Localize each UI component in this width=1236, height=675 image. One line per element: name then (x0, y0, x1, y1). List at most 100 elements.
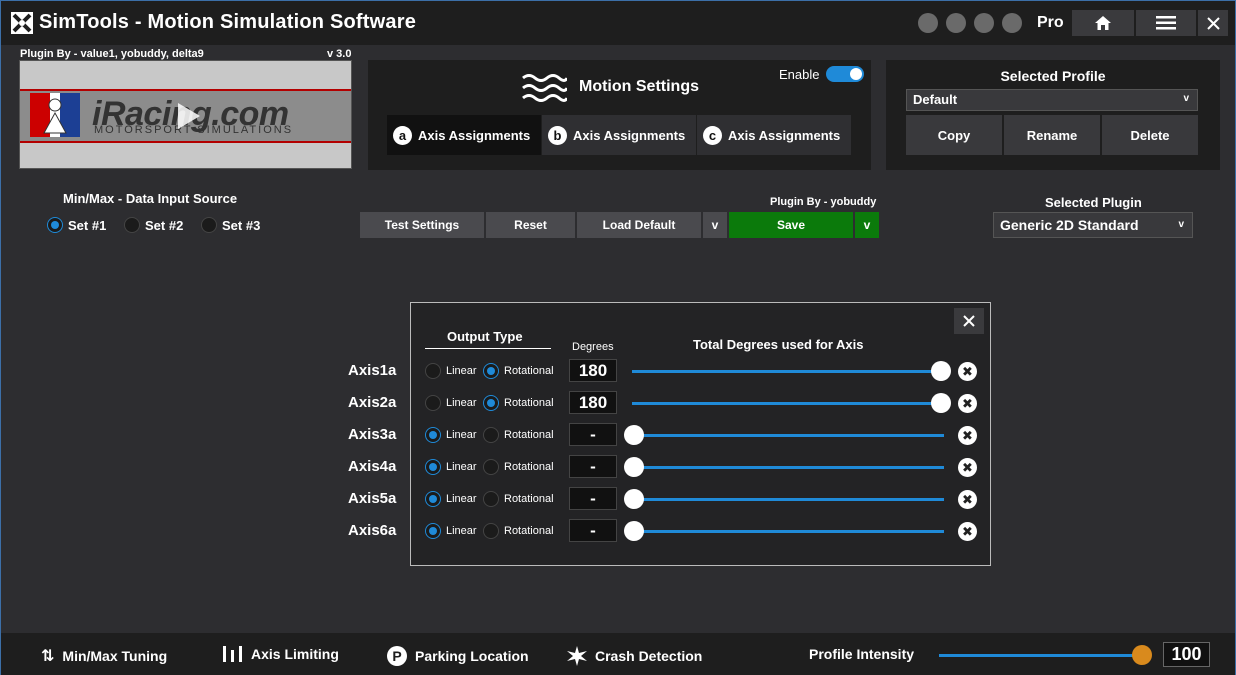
degrees-input[interactable]: - (569, 519, 617, 542)
tab-axis-assignments-b[interactable]: b Axis Assignments (542, 115, 696, 155)
axis-label: Axis5a (348, 490, 397, 507)
save-dropdown[interactable]: v (855, 212, 879, 238)
home-button[interactable] (1072, 10, 1134, 36)
rename-button[interactable]: Rename (1004, 115, 1100, 155)
radio-button[interactable] (483, 427, 499, 443)
radio-button[interactable] (425, 395, 441, 411)
radio-button[interactable] (483, 395, 499, 411)
crash-icon[interactable] (946, 13, 966, 33)
radio-button[interactable] (425, 459, 441, 475)
linear-option[interactable]: Linear (425, 491, 477, 507)
tab-axis-assignments-c[interactable]: c Axis Assignments (697, 115, 851, 155)
degrees-slider-thumb[interactable] (624, 489, 644, 509)
degrees-slider-thumb[interactable] (624, 521, 644, 541)
radio-button[interactable] (201, 217, 217, 233)
radio-button[interactable] (425, 523, 441, 539)
linear-option[interactable]: Linear (425, 395, 477, 411)
badge-b-icon: b (548, 125, 567, 145)
clear-axis-icon[interactable]: ✖ (958, 426, 977, 445)
radio-button[interactable] (483, 523, 499, 539)
degrees-input[interactable]: - (569, 423, 617, 446)
profile-select[interactable]: Default v (906, 89, 1198, 111)
linear-option[interactable]: Linear (425, 523, 477, 539)
degrees-slider-thumb[interactable] (931, 361, 951, 381)
plugin-select[interactable]: Generic 2D Standard v (993, 212, 1193, 238)
degrees-slider[interactable] (632, 466, 944, 469)
edition-label: Pro (1037, 14, 1064, 31)
enable-toggle[interactable] (826, 66, 864, 82)
clear-axis-icon[interactable]: ✖ (958, 394, 977, 413)
degrees-input[interactable]: 180 (569, 359, 617, 382)
title-bar: SimTools - Motion Simulation Software Pr… (1, 1, 1235, 45)
profile-intensity-slider[interactable] (939, 654, 1143, 657)
profile-intensity-value[interactable]: 100 (1163, 642, 1210, 667)
linear-label: Linear (446, 429, 477, 441)
radio-button[interactable] (47, 217, 63, 233)
menu-button[interactable] (1136, 10, 1196, 36)
delete-button[interactable]: Delete (1102, 115, 1198, 155)
degrees-slider[interactable] (632, 370, 944, 373)
linear-option[interactable]: Linear (425, 363, 477, 379)
rotational-label: Rotational (504, 525, 554, 537)
rotational-option[interactable]: Rotational (483, 395, 554, 411)
tab-axis-assignments-a[interactable]: a Axis Assignments (387, 115, 541, 155)
minmax-tuning-button[interactable]: ⇅ Min/Max Tuning (41, 646, 167, 666)
rotational-option[interactable]: Rotational (483, 363, 554, 379)
radio-button[interactable] (483, 459, 499, 475)
degrees-input[interactable]: 180 (569, 391, 617, 414)
profile-intensity-thumb[interactable] (1132, 645, 1152, 665)
radio-button[interactable] (425, 427, 441, 443)
rotational-option[interactable]: Rotational (483, 427, 554, 443)
linear-option[interactable]: Linear (425, 427, 477, 443)
clear-axis-icon[interactable]: ✖ (958, 362, 977, 381)
test-settings-button[interactable]: Test Settings (360, 212, 484, 238)
app-window: SimTools - Motion Simulation Software Pr… (0, 0, 1236, 675)
game-banner[interactable]: iRacing.com MOTORSPORT SIMULATIONS (19, 60, 352, 169)
plugin-select-value: Generic 2D Standard (1000, 217, 1139, 233)
plugin-credit: Plugin By - value1, yobuddy, delta9 (20, 48, 204, 60)
parking-location-button[interactable]: P Parking Location (387, 646, 529, 666)
upload-icon[interactable] (918, 13, 938, 33)
minmax-source-title: Min/Max - Data Input Source (63, 191, 238, 206)
radio-button[interactable] (425, 491, 441, 507)
rotational-option[interactable]: Rotational (483, 491, 554, 507)
set-2-option[interactable]: Set #2 (124, 217, 183, 233)
radio-button[interactable] (483, 363, 499, 379)
close-button[interactable] (1198, 10, 1228, 36)
linear-option[interactable]: Linear (425, 459, 477, 475)
edit-icon[interactable] (974, 13, 994, 33)
reset-button[interactable]: Reset (486, 212, 575, 238)
clear-axis-icon[interactable]: ✖ (958, 458, 977, 477)
degrees-slider[interactable] (632, 434, 944, 437)
save-button[interactable]: Save (729, 212, 853, 238)
axis-limiting-button[interactable]: Axis Limiting (223, 646, 339, 662)
set-label: Set #1 (68, 217, 107, 233)
clear-axis-icon[interactable]: ✖ (958, 490, 977, 509)
degrees-slider-thumb[interactable] (931, 393, 951, 413)
selected-plugin-title: Selected Plugin (1045, 195, 1142, 210)
degrees-heading: Degrees (572, 341, 614, 353)
degrees-input[interactable]: - (569, 455, 617, 478)
set-1-option[interactable]: Set #1 (47, 217, 106, 233)
rotational-option[interactable]: Rotational (483, 523, 554, 539)
radio-button[interactable] (483, 491, 499, 507)
radio-button[interactable] (425, 363, 441, 379)
degrees-slider[interactable] (632, 498, 944, 501)
degrees-slider-thumb[interactable] (624, 457, 644, 477)
set-3-option[interactable]: Set #3 (201, 217, 260, 233)
dialog-close-button[interactable] (954, 308, 984, 334)
degrees-slider[interactable] (632, 530, 944, 533)
copy-button[interactable]: Copy (906, 115, 1002, 155)
rotational-option[interactable]: Rotational (483, 459, 554, 475)
degrees-slider[interactable] (632, 402, 944, 405)
hand-icon[interactable] (1002, 13, 1022, 33)
degrees-slider-thumb[interactable] (624, 425, 644, 445)
radio-button[interactable] (124, 217, 140, 233)
play-icon[interactable] (170, 99, 204, 133)
tab-label: Axis Assignments (418, 127, 531, 143)
load-default-dropdown[interactable]: v (703, 212, 727, 238)
clear-axis-icon[interactable]: ✖ (958, 522, 977, 541)
crash-detection-button[interactable]: Crash Detection (567, 646, 702, 666)
load-default-button[interactable]: Load Default (577, 212, 701, 238)
degrees-input[interactable]: - (569, 487, 617, 510)
